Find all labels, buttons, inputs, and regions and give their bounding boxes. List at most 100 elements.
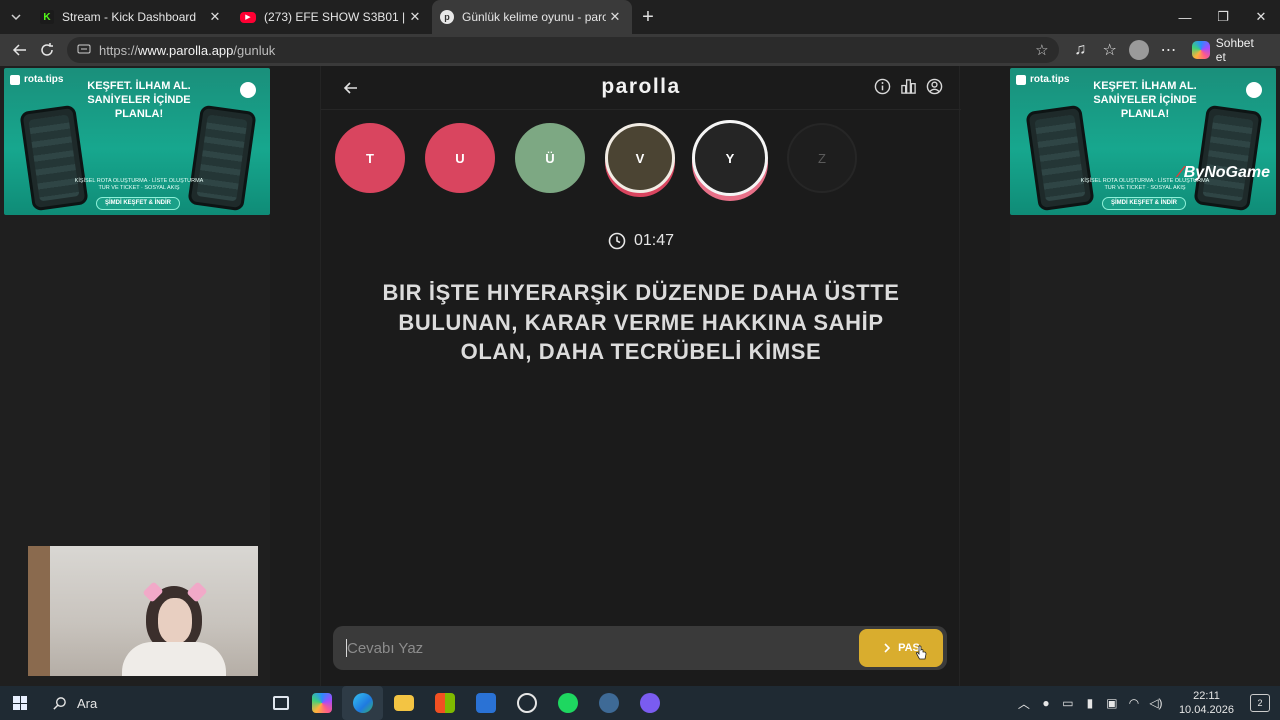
url-scheme: https://: [98, 42, 138, 58]
letter-circle: Ü: [515, 123, 585, 193]
store-icon[interactable]: [424, 686, 465, 720]
file-explorer-icon[interactable]: [383, 686, 424, 720]
pass-button[interactable]: PAS: [859, 629, 943, 667]
letter-circle: V: [605, 123, 675, 193]
favorites-icon[interactable]: ☆: [1096, 36, 1123, 64]
stats-icon[interactable]: [899, 77, 917, 95]
rota-logo-icon: [10, 74, 20, 85]
letter-circle: U: [425, 123, 495, 193]
more-menu-icon[interactable]: ⋯: [1155, 36, 1182, 64]
toolbar-right: ♫ ☆ ⋯ Sohbet et: [1067, 36, 1274, 64]
volume-icon[interactable]: ◁): [1149, 696, 1163, 710]
ad-brand-text: rota.tips: [24, 74, 64, 85]
clock[interactable]: 22:11 10.04.2026: [1179, 689, 1234, 717]
tab-title: (273) EFE SHOW S3B01 | MOTİVE: [264, 10, 406, 24]
microphone-icon[interactable]: ▮: [1083, 696, 1097, 710]
mail-icon[interactable]: [465, 686, 506, 720]
maximize-button[interactable]: ❐: [1204, 0, 1242, 34]
windows-logo-icon: [13, 696, 27, 710]
ad-dot-icon: [240, 82, 256, 98]
copilot-app-icon[interactable]: [301, 686, 342, 720]
close-window-button[interactable]: ✕: [1242, 0, 1280, 34]
ad-headline: KEŞFET. İLHAM AL. SANİYELER İÇİNDE PLANL…: [1070, 79, 1220, 121]
left-sidebar: rota.tips KEŞFET. İLHAM AL. SANİYELER İÇ…: [0, 66, 270, 686]
taskbar-search[interactable]: Ara: [40, 686, 210, 720]
rota-logo-icon: [1016, 74, 1026, 85]
game-panel: parolla T U Ü V Y Z 01:47 BIR İŞTE HIYER…: [320, 66, 961, 686]
browser-toolbar: https://www.parolla.app/gunluk ☆ ♫ ☆ ⋯ S…: [0, 34, 1280, 66]
ad-cta-button[interactable]: ŞİMDİ KEŞFET & İNDİR: [96, 197, 180, 210]
ad-dot-icon: [1246, 82, 1262, 98]
tab-actions-button[interactable]: [0, 0, 32, 34]
window-controls: — ❐ ✕: [1166, 0, 1280, 34]
back-button[interactable]: [6, 36, 33, 64]
search-icon: [53, 696, 66, 710]
steam-icon[interactable]: [588, 686, 629, 720]
tray-app-icon[interactable]: ●: [1039, 696, 1053, 710]
bynogame-logo: ⁄ ByNoGame: [1179, 164, 1270, 182]
tab-kick-dashboard[interactable]: K Stream - Kick Dashboard ✕: [32, 0, 232, 34]
tab-title: Günlük kelime oyunu - parolla - K: [462, 10, 606, 24]
close-icon[interactable]: ✕: [206, 9, 224, 25]
favorite-star-icon[interactable]: ☆: [1035, 41, 1048, 59]
question-text: BIR İŞTE HIYERARŞİK DÜZENDE DAHA ÜSTTE B…: [382, 280, 900, 364]
clock-icon: [608, 232, 626, 250]
arrow-left-icon: [12, 44, 26, 56]
chevron-up-icon[interactable]: ︿: [1017, 695, 1031, 712]
ad-brand: rota.tips: [1016, 74, 1069, 85]
avatar: [1129, 40, 1150, 60]
media-control-icon[interactable]: ♫: [1067, 36, 1094, 64]
letter-circle-current: Y: [692, 120, 768, 196]
bynogame-mark-icon: ⁄: [1179, 164, 1182, 181]
ad-banner-right[interactable]: rota.tips KEŞFET. İLHAM AL. SANİYELER İÇ…: [1010, 68, 1276, 215]
tab-parolla[interactable]: p Günlük kelime oyunu - parolla - K ✕: [432, 0, 632, 34]
display-icon[interactable]: ▣: [1105, 696, 1119, 710]
ad-banner-left[interactable]: rota.tips KEŞFET. İLHAM AL. SANİYELER İÇ…: [4, 68, 270, 215]
copilot-icon: [1192, 41, 1210, 59]
answer-input[interactable]: [333, 626, 859, 670]
webcam-overlay: [28, 546, 258, 676]
system-tray: ︿ ● ▭ ▮ ▣ ◠ ◁) 22:11 10.04.2026 2: [1017, 689, 1280, 717]
close-icon[interactable]: ✕: [406, 9, 424, 25]
wifi-icon[interactable]: ◠: [1127, 696, 1141, 710]
spotify-icon[interactable]: [547, 686, 588, 720]
tab-youtube[interactable]: ▶ (273) EFE SHOW S3B01 | MOTİVE ✕: [232, 0, 432, 34]
notification-icon[interactable]: 2: [1250, 694, 1270, 712]
start-button[interactable]: [0, 686, 40, 720]
parolla-icon: p: [440, 10, 454, 24]
letter-circle: T: [335, 123, 405, 193]
ad-cta-button[interactable]: ŞİMDİ KEŞFET & İNDİR: [1102, 197, 1186, 210]
ad-headline-2: SANİYELER İÇİNDE PLANLA!: [87, 94, 191, 120]
copilot-button[interactable]: Sohbet et: [1184, 36, 1274, 64]
new-tab-button[interactable]: +: [632, 0, 664, 34]
battery-icon[interactable]: ▭: [1061, 696, 1075, 710]
profile-button[interactable]: [1125, 36, 1152, 64]
parolla-logo: parolla: [601, 75, 681, 98]
bynogame-text: ByNoGame: [1183, 164, 1270, 181]
right-sidebar: rota.tips KEŞFET. İLHAM AL. SANİYELER İÇ…: [1010, 66, 1280, 686]
tab-title: Stream - Kick Dashboard: [62, 10, 197, 24]
ad-headline-1: KEŞFET. İLHAM AL.: [87, 80, 191, 92]
letter-circle: Z: [787, 123, 857, 193]
windows-taskbar: Ara ︿ ● ▭ ▮ ▣ ◠ ◁) 22:11 10.04.2026 2: [0, 686, 1280, 720]
user-icon[interactable]: [925, 77, 943, 95]
close-icon[interactable]: ✕: [606, 9, 624, 25]
discord-icon[interactable]: [629, 686, 670, 720]
address-bar[interactable]: https://www.parolla.app/gunluk ☆: [66, 37, 1059, 63]
timer-value: 01:47: [633, 232, 675, 249]
hand-cursor-icon: [915, 645, 927, 660]
ad-headline: KEŞFET. İLHAM AL. SANİYELER İÇİNDE PLANL…: [64, 79, 214, 121]
chevron-down-icon: [5, 6, 27, 28]
timer: 01:47: [321, 232, 961, 250]
site-info-icon[interactable]: [77, 42, 91, 59]
chevron-right-icon: [884, 643, 891, 653]
refresh-button[interactable]: [33, 36, 60, 64]
minimize-button[interactable]: —: [1166, 0, 1204, 34]
header-icons: [873, 77, 943, 95]
refresh-icon: [41, 43, 54, 56]
edge-app-icon[interactable]: [342, 686, 383, 720]
info-icon[interactable]: [873, 77, 891, 95]
speedometer-app-icon[interactable]: [506, 686, 547, 720]
ad-headline-1: KEŞFET. İLHAM AL.: [1093, 80, 1197, 92]
task-view-icon[interactable]: [260, 686, 301, 720]
